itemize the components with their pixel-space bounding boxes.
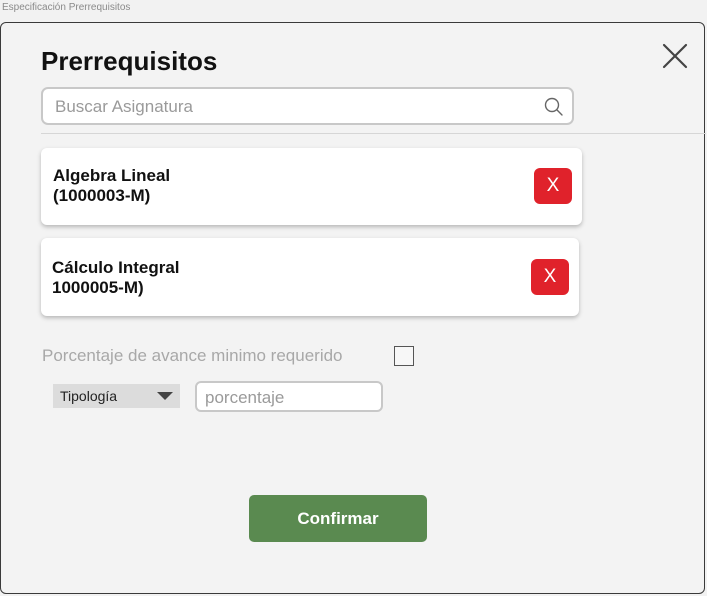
percentage-checkbox[interactable] xyxy=(394,346,414,366)
remove-prerequisite-button[interactable]: X xyxy=(534,168,572,204)
prerequisite-name: Algebra Lineal xyxy=(53,166,171,185)
prerequisite-text: Cálculo Integral 1000005-M) xyxy=(52,258,180,298)
percentage-input[interactable] xyxy=(203,386,377,410)
confirm-button[interactable]: Confirmar xyxy=(249,495,427,542)
prerequisite-name: Cálculo Integral xyxy=(52,258,180,277)
dialog-title: Prerrequisitos xyxy=(41,46,218,76)
search-icon[interactable] xyxy=(544,97,564,117)
prerequisite-card: Algebra Lineal (1000003-M) X xyxy=(41,148,582,225)
prerequisites-dialog: Prerrequisitos Algebra Lineal (1000003-M… xyxy=(0,22,706,594)
search-input[interactable] xyxy=(53,93,537,121)
close-icon xyxy=(662,43,688,69)
percentage-box xyxy=(195,381,383,412)
frame-label: Especificación Prerrequisitos xyxy=(2,2,131,13)
percentage-label: Porcentaje de avance minimo requerido xyxy=(42,346,343,365)
search-box xyxy=(41,87,574,125)
prerequisite-text: Algebra Lineal (1000003-M) xyxy=(53,166,170,206)
typology-label: Tipología xyxy=(60,388,118,404)
prerequisite-card: Cálculo Integral 1000005-M) X xyxy=(41,238,579,316)
remove-prerequisite-button[interactable]: X xyxy=(531,259,569,295)
divider xyxy=(41,133,706,134)
close-button[interactable] xyxy=(662,43,688,69)
prerequisite-code: (1000003-M) xyxy=(53,186,151,205)
prerequisite-code: 1000005-M) xyxy=(52,278,144,297)
caret-down-icon xyxy=(157,392,173,400)
typology-dropdown[interactable]: Tipología xyxy=(53,384,180,408)
